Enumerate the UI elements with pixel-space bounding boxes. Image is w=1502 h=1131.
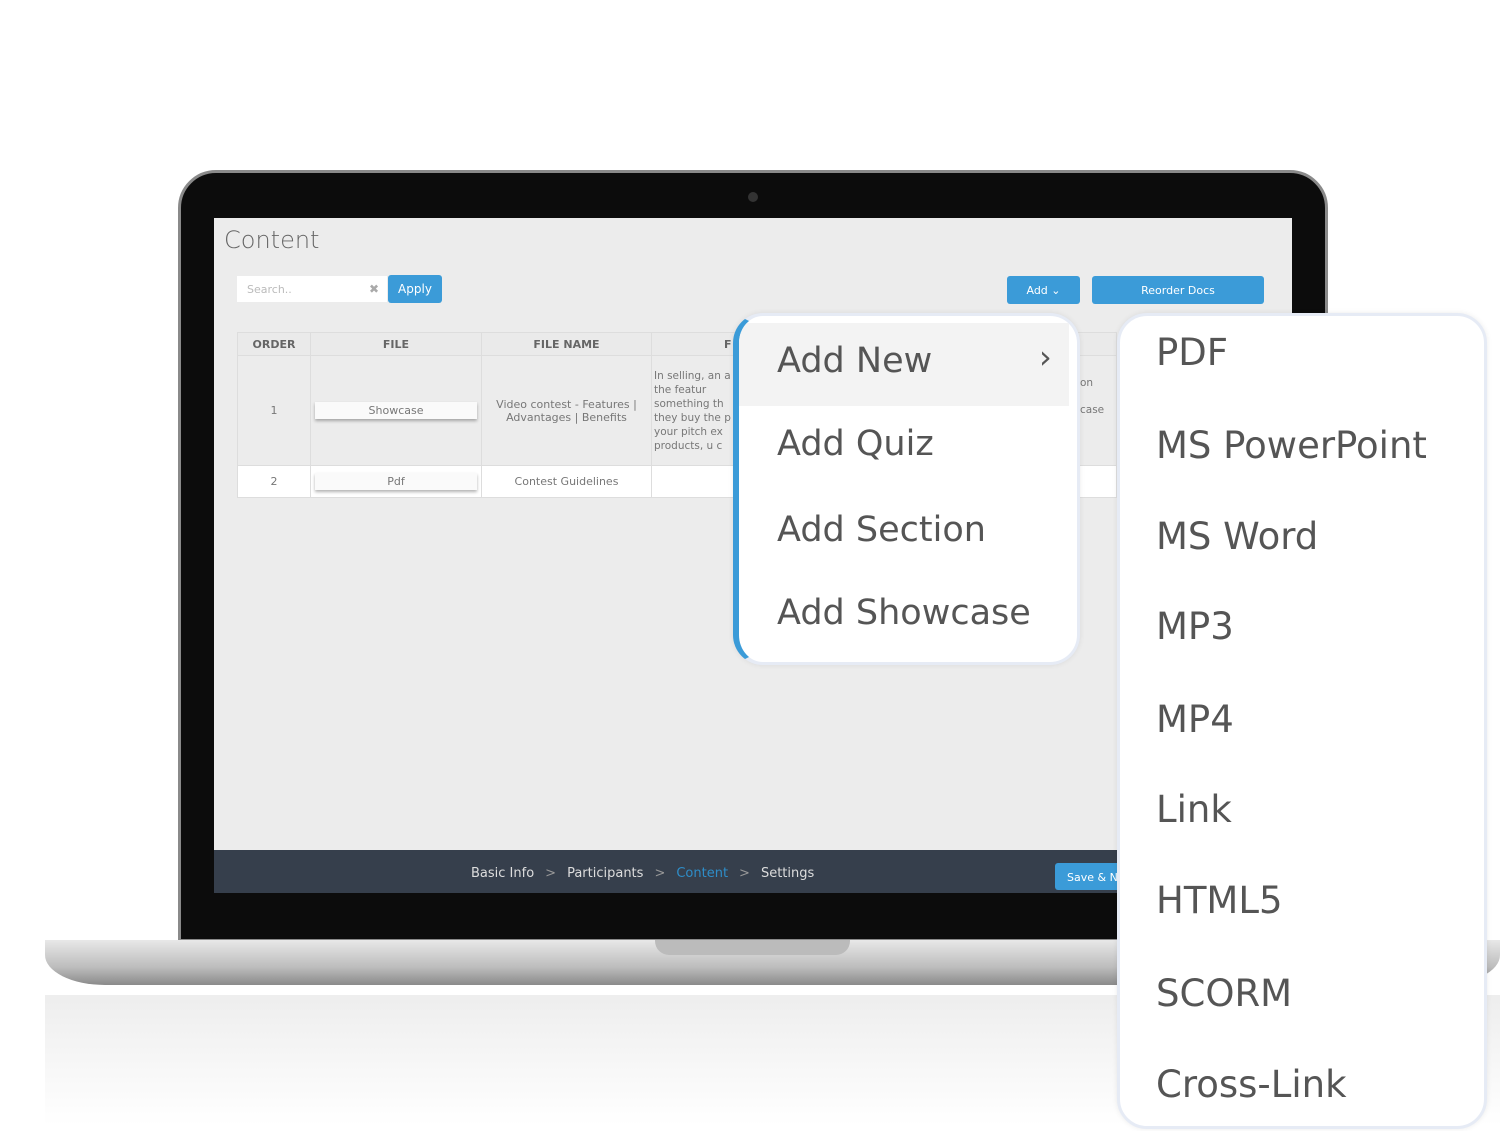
submenu-item-scorm[interactable]: SCORM [1156, 972, 1292, 1015]
menu-item-add-section[interactable]: Add Section [777, 510, 986, 550]
file-name-cell: Video contest - Features | Advantages | … [481, 355, 652, 466]
submenu-item-mp3[interactable]: MP3 [1156, 605, 1234, 648]
order-cell: 1 [237, 355, 311, 466]
apply-button[interactable]: Apply [388, 275, 442, 303]
add-button[interactable]: Add ⌄ [1007, 276, 1080, 304]
submenu-item-ms-powerpoint[interactable]: MS PowerPoint [1156, 424, 1427, 467]
file-type-button[interactable]: Pdf [315, 473, 477, 490]
file-type-button[interactable]: Showcase [315, 402, 477, 419]
menu-item-add-quiz[interactable]: Add Quiz [777, 424, 934, 464]
menu-item-add-showcase[interactable]: Add Showcase [777, 593, 1031, 633]
step-settings[interactable]: Settings [761, 866, 814, 881]
search-input[interactable]: Search.. ✖ [237, 276, 387, 302]
laptop-notch [655, 940, 850, 955]
submenu-item-mp4[interactable]: MP4 [1156, 698, 1234, 741]
reorder-docs-button[interactable]: Reorder Docs [1092, 276, 1264, 304]
obscured-text: case [1080, 404, 1105, 416]
description-text: In selling, an a the featur something th… [654, 369, 731, 452]
menu-item-add-new[interactable]: Add New [777, 341, 932, 381]
file-name-cell: Contest Guidelines [481, 465, 652, 498]
add-new-submenu: PDF MS PowerPoint MS Word MP3 MP4 Link H… [1117, 313, 1487, 1129]
header-file-name: FILE NAME [481, 332, 652, 356]
chevron-right-icon: › [1039, 338, 1052, 376]
submenu-item-link[interactable]: Link [1156, 788, 1232, 831]
obscured-text: on [1080, 377, 1094, 389]
order-cell: 2 [237, 465, 311, 498]
add-menu: Add New › Add Quiz Add Section Add Showc… [733, 313, 1080, 665]
camera [748, 192, 758, 202]
step-basic-info[interactable]: Basic Info [471, 866, 534, 881]
separator: > [545, 866, 557, 881]
header-order: ORDER [237, 332, 311, 356]
separator: > [654, 866, 666, 881]
submenu-item-pdf[interactable]: PDF [1156, 331, 1228, 374]
wizard-steps: Basic Info > Participants > Content > Setti… [471, 866, 814, 881]
submenu-item-html5[interactable]: HTML5 [1156, 879, 1283, 922]
header-file: FILE [310, 332, 482, 356]
separator: > [739, 866, 750, 881]
close-icon[interactable]: ✖ [369, 282, 379, 296]
submenu-item-cross-link[interactable]: Cross-Link [1156, 1063, 1347, 1106]
submenu-item-ms-word[interactable]: MS Word [1156, 515, 1318, 558]
step-content[interactable]: Content [676, 866, 728, 881]
page-title: Content [224, 226, 320, 254]
step-participants[interactable]: Participants [567, 866, 643, 881]
search-placeholder: Search.. [247, 283, 292, 296]
